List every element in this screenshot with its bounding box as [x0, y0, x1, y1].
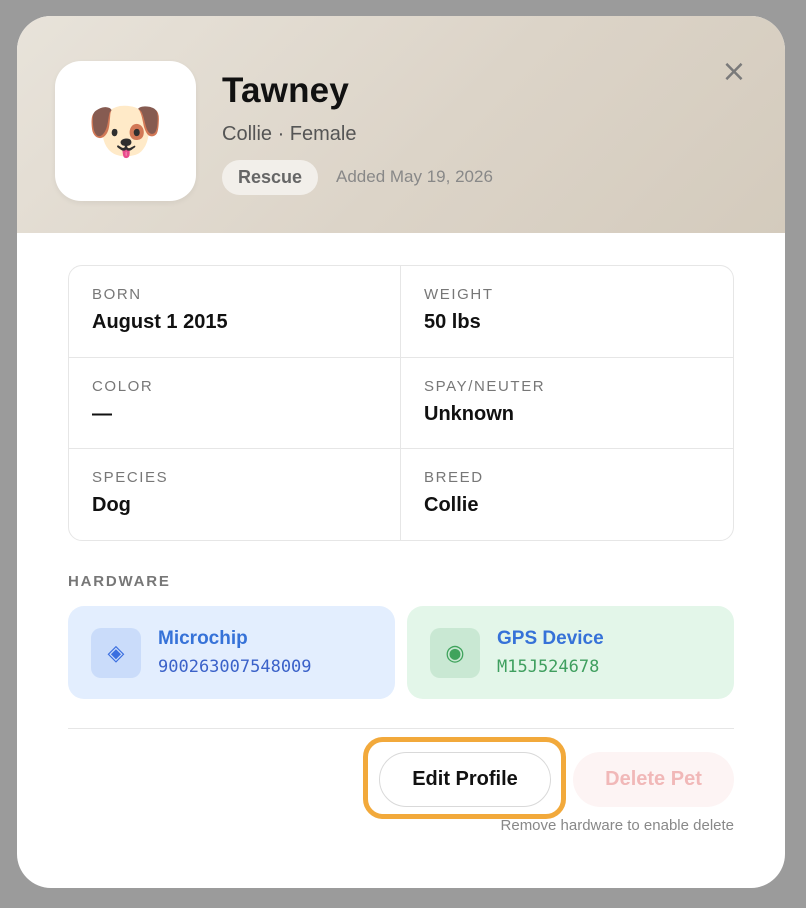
gps-device-card[interactable]: ◉ GPS Device M15J524678	[407, 606, 734, 699]
added-date: Added May 19, 2026	[336, 167, 493, 186]
diamond-icon: ◈	[107, 640, 125, 666]
pet-details-grid: BORN August 1 2015 WEIGHT 50 lbs COLOR —…	[68, 265, 734, 541]
hardware-section-title: HARDWARE	[68, 573, 171, 590]
detail-born: BORN August 1 2015	[69, 266, 401, 358]
microchip-icon: ◈	[91, 628, 141, 678]
delete-disabled-hint: Remove hardware to enable delete	[500, 817, 734, 834]
detail-label: BREED	[424, 469, 484, 486]
pet-profile-modal: 🐶 Tawney Collie · Female Rescue Added Ma…	[17, 16, 785, 888]
detail-weight: WEIGHT 50 lbs	[401, 266, 733, 358]
pet-avatar: 🐶	[55, 61, 196, 201]
microchip-card[interactable]: ◈ Microchip 900263007548009	[68, 606, 395, 699]
gps-device-id: M15J524678	[497, 657, 600, 677]
microchip-id: 900263007548009	[158, 657, 312, 677]
pet-breed-sex: Collie · Female	[222, 123, 357, 145]
detail-value: August 1 2015	[92, 311, 228, 333]
detail-spay-neuter: SPAY/NEUTER Unknown	[401, 358, 733, 449]
detail-value: Collie	[424, 494, 479, 516]
detail-label: BORN	[92, 286, 142, 303]
microchip-name: Microchip	[158, 628, 248, 649]
pet-name: Tawney	[222, 71, 349, 110]
dog-face-icon: 🐶	[86, 94, 165, 167]
detail-value: 50 lbs	[424, 311, 481, 333]
gps-icon: ◉	[430, 628, 480, 678]
footer-divider	[68, 728, 734, 729]
edit-profile-button[interactable]: Edit Profile	[379, 752, 551, 807]
detail-value: Dog	[92, 494, 131, 516]
profile-header: 🐶 Tawney Collie · Female Rescue Added Ma…	[17, 16, 785, 233]
detail-value: Unknown	[424, 403, 514, 425]
detail-color: COLOR —	[69, 358, 401, 449]
rescue-badge: Rescue	[222, 160, 319, 195]
gps-device-name: GPS Device	[497, 628, 604, 649]
detail-value: —	[92, 403, 112, 425]
detail-label: SPECIES	[92, 469, 169, 486]
delete-pet-button[interactable]: Delete Pet	[573, 752, 734, 807]
target-icon: ◉	[445, 640, 465, 666]
detail-label: WEIGHT	[424, 286, 494, 303]
close-icon: ×	[721, 53, 747, 89]
detail-species: SPECIES Dog	[69, 449, 401, 540]
detail-label: COLOR	[92, 378, 154, 395]
close-button[interactable]: ×	[717, 53, 751, 89]
detail-breed: BREED Collie	[401, 449, 733, 540]
detail-label: SPAY/NEUTER	[424, 378, 546, 395]
